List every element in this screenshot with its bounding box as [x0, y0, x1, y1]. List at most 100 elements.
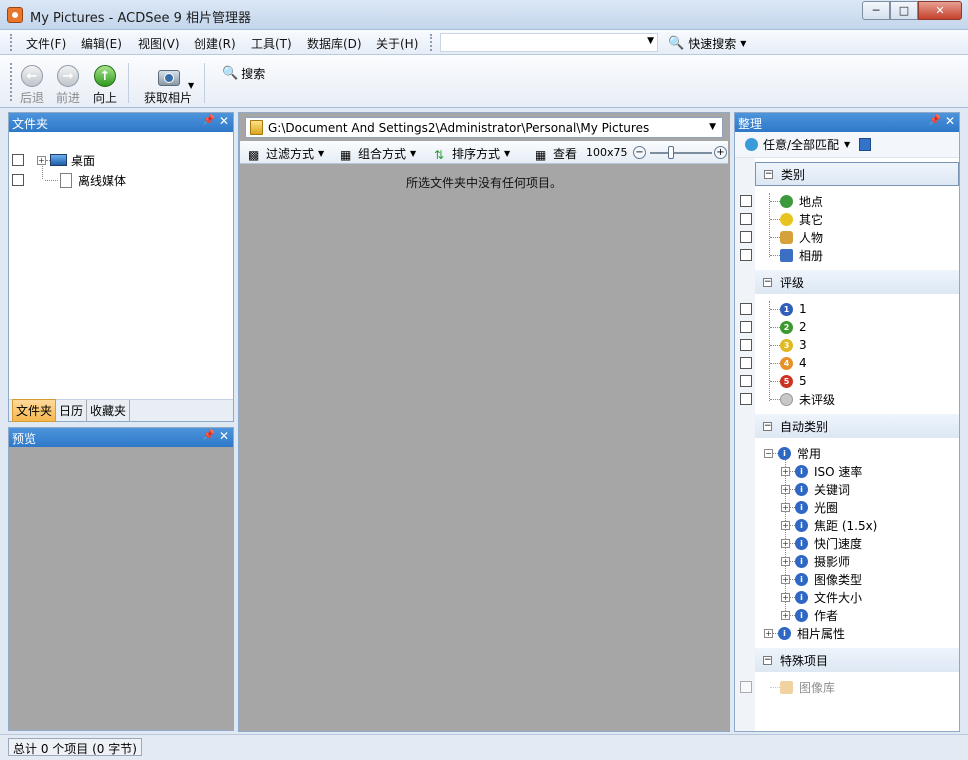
collapse-icon[interactable]: −: [764, 448, 773, 458]
menu-create[interactable]: 创建(R): [194, 35, 236, 52]
zoom-out-icon[interactable]: −: [633, 146, 646, 159]
search-button[interactable]: 🔍 搜索: [222, 65, 265, 82]
thumbnail-size-slider[interactable]: [650, 152, 712, 154]
maximize-button[interactable]: □: [890, 1, 918, 20]
match-selector[interactable]: 任意/全部匹配 ▼: [735, 132, 959, 158]
tree-item-offline-media[interactable]: 离线媒体: [9, 171, 126, 189]
forward-button[interactable]: → 前进: [50, 65, 86, 106]
special-item-image-library[interactable]: 图像库: [735, 678, 835, 696]
collapse-icon[interactable]: −: [763, 655, 772, 665]
auto-category-item[interactable]: + i 摄影师: [735, 552, 850, 570]
auto-category-item[interactable]: + i 焦距 (1.5x): [735, 516, 877, 534]
category-label: 地点: [799, 194, 824, 209]
rating-item-3[interactable]: 3 3: [735, 336, 807, 354]
checkbox[interactable]: [12, 154, 24, 166]
checkbox[interactable]: [740, 321, 752, 333]
checkbox[interactable]: [740, 303, 752, 315]
rating-item-5[interactable]: 5 5: [735, 372, 807, 390]
auto-category-item[interactable]: + i 快门速度: [735, 534, 862, 552]
checkbox[interactable]: [12, 174, 24, 186]
zoom-in-icon[interactable]: +: [714, 146, 727, 159]
collapse-icon[interactable]: −: [763, 277, 772, 287]
checkbox[interactable]: [740, 375, 752, 387]
view-button[interactable]: ▦ 查看: [535, 145, 577, 162]
tab-calendar[interactable]: 日历: [56, 400, 88, 421]
expand-icon[interactable]: +: [781, 466, 790, 476]
close-icon[interactable]: ✕: [219, 114, 229, 128]
expand-icon[interactable]: +: [781, 610, 790, 620]
close-button[interactable]: ✕: [918, 1, 962, 20]
quick-search-dropdown-icon[interactable]: ▼: [647, 36, 654, 46]
menu-view[interactable]: 视图(V): [138, 35, 180, 52]
checkbox[interactable]: [740, 231, 752, 243]
expand-icon[interactable]: +: [781, 538, 790, 548]
menu-database[interactable]: 数据库(D): [307, 35, 362, 52]
category-item-other[interactable]: 其它: [735, 210, 823, 228]
auto-category-item[interactable]: + i 关键词: [735, 480, 850, 498]
checkbox[interactable]: [740, 681, 752, 693]
expand-icon[interactable]: +: [781, 592, 790, 602]
close-icon[interactable]: ✕: [945, 114, 955, 128]
group-button[interactable]: ▦ 组合方式 ▼: [340, 145, 416, 162]
expand-icon[interactable]: +: [781, 574, 790, 584]
section-special-items[interactable]: − 特殊项目: [755, 648, 959, 672]
tab-favorites[interactable]: 收藏夹: [87, 400, 131, 421]
category-item-places[interactable]: 地点: [735, 192, 823, 210]
expand-icon[interactable]: +: [781, 520, 790, 530]
expand-icon[interactable]: +: [37, 155, 46, 165]
back-button[interactable]: ← 后退: [14, 65, 50, 106]
acquire-dropdown-icon[interactable]: ▼: [188, 81, 194, 90]
expand-icon[interactable]: +: [781, 484, 790, 494]
auto-category-item[interactable]: + i 作者: [735, 606, 838, 624]
rating-item-2[interactable]: 2 2: [735, 318, 807, 336]
auto-category-photo-properties[interactable]: + i 相片属性: [735, 624, 845, 642]
menu-about[interactable]: 关于(H): [376, 35, 418, 52]
menu-tools[interactable]: 工具(T): [251, 35, 292, 52]
tree-item-desktop[interactable]: + 桌面: [9, 151, 95, 169]
auto-category-common[interactable]: − i 常用: [735, 444, 821, 462]
checkbox[interactable]: [740, 339, 752, 351]
sort-button[interactable]: ⇅ 排序方式 ▼: [434, 145, 510, 162]
auto-category-item[interactable]: + i 光圈: [735, 498, 838, 516]
collapse-icon[interactable]: −: [764, 169, 773, 179]
expand-icon[interactable]: +: [781, 502, 790, 512]
rating-item-unrated[interactable]: 未评级: [735, 390, 835, 408]
path-dropdown-icon[interactable]: ▼: [709, 122, 716, 132]
tab-folders[interactable]: 文件夹: [12, 399, 57, 422]
section-auto-categories[interactable]: − 自动类别: [755, 414, 959, 438]
file-list-pane[interactable]: G:\Document And Settings2\Administrator\…: [238, 112, 730, 732]
close-icon[interactable]: ✕: [219, 429, 229, 443]
section-categories[interactable]: − 类别: [755, 162, 959, 186]
auto-category-item[interactable]: + i ISO 速率: [735, 462, 862, 480]
tree-connector: [770, 308, 780, 310]
category-item-albums[interactable]: 相册: [735, 246, 823, 264]
filter-button[interactable]: ▩ 过滤方式 ▼: [248, 145, 324, 162]
collapse-icon[interactable]: −: [763, 421, 772, 431]
checkbox[interactable]: [740, 195, 752, 207]
checkbox[interactable]: [740, 393, 752, 405]
menu-edit[interactable]: 编辑(E): [81, 35, 122, 52]
minimize-button[interactable]: ─: [862, 1, 890, 20]
expand-icon[interactable]: +: [764, 628, 773, 638]
quick-search-input[interactable]: ▼: [440, 33, 658, 52]
auto-category-item[interactable]: + i 文件大小: [735, 588, 862, 606]
rating-item-1[interactable]: 1 1: [735, 300, 807, 318]
category-manage-icon[interactable]: [859, 138, 872, 151]
checkbox[interactable]: [740, 357, 752, 369]
auto-category-item[interactable]: + i 图像类型: [735, 570, 862, 588]
checkbox[interactable]: [740, 213, 752, 225]
checkbox[interactable]: [740, 249, 752, 261]
category-item-people[interactable]: 人物: [735, 228, 823, 246]
pin-icon[interactable]: 📌: [929, 115, 941, 126]
slider-handle[interactable]: [668, 146, 674, 159]
acdsee-app-icon[interactable]: [7, 7, 23, 23]
quick-search-button[interactable]: 🔍 快速搜索 ▼: [668, 35, 746, 52]
rating-item-4[interactable]: 4 4: [735, 354, 807, 372]
path-combobox[interactable]: G:\Document And Settings2\Administrator\…: [245, 117, 723, 138]
pin-icon[interactable]: 📌: [203, 430, 215, 441]
section-ratings[interactable]: − 评级: [755, 270, 959, 294]
expand-icon[interactable]: +: [781, 556, 790, 566]
up-button[interactable]: ↑ 向上: [87, 65, 123, 106]
menu-file[interactable]: 文件(F): [26, 35, 66, 52]
pin-icon[interactable]: 📌: [203, 115, 215, 126]
